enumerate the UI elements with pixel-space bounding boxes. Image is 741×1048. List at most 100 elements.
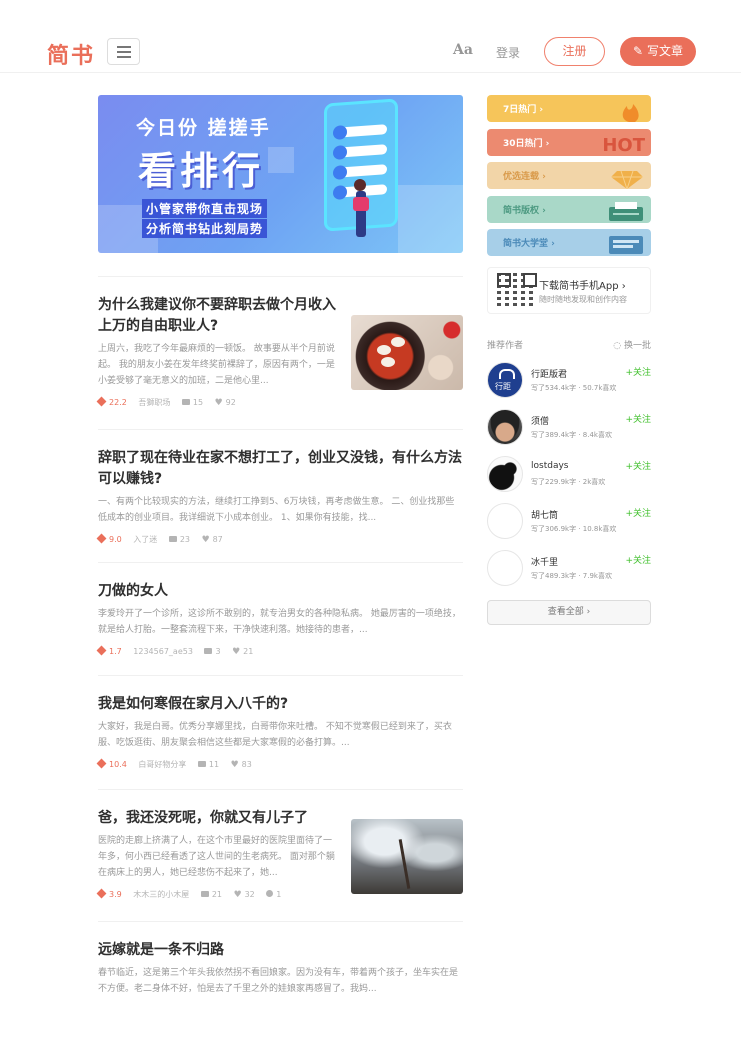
article-item-2[interactable]: 辞职了现在待业在家不想打工了，创业又没钱，有什么方法可以赚钱? 一、有两个比较现… [96, 429, 463, 562]
author-item: 行距版君 写了534.4k字 · 50.7k喜欢 +关注 [487, 362, 651, 398]
article-thumbnail[interactable] [351, 315, 463, 390]
article-item-3[interactable]: 刀做的女人 李爱玲开了一个诊所，这诊所不敢别的，就专治男女的各种隐私病。 她最厉… [96, 562, 463, 675]
qr-code-icon [497, 273, 533, 309]
board-copyright[interactable]: 简书版权 › [487, 196, 651, 223]
author-avatar[interactable] [487, 362, 523, 398]
article-author[interactable]: 吾獅职场 [138, 396, 170, 410]
article-author[interactable]: 入了迷 [133, 533, 157, 547]
article-meta: 10.4 白哥好物分享 11 ♥ 83 [96, 758, 463, 772]
board-30day-hot[interactable]: 30日热门 › HOT [487, 129, 651, 156]
jianshu-logo[interactable]: 简书 [47, 38, 95, 70]
download-app-card[interactable]: 下载简书手机App › 随时随地发现和创作内容 [487, 267, 651, 314]
write-article-button[interactable]: ✎ 写文章 [620, 37, 696, 66]
jsd-score: 1.7 [96, 645, 122, 659]
comment-icon [181, 399, 190, 405]
article-abstract: 上周六，我吃了今年最麻烦的一顿饭。 故事要从半个月前说起。 我的朋友小姜在发年终… [98, 344, 335, 386]
comment-value: 3 [215, 647, 221, 656]
comment-icon [168, 536, 177, 542]
article-item-1[interactable]: 为什么我建议你不要辞职去做个月收入上万的自由职业人? 上周六，我吃了今年最麻烦的… [96, 276, 463, 429]
article-meta: 1.7 1234567_ae53 3 ♥ 21 [96, 645, 463, 659]
article-abstract: 一、有两个比较现实的方法，继续打工挣到5、6万块钱，再考虑做生意。 二、创业找那… [98, 497, 455, 523]
pen-icon: ✎ [633, 44, 644, 58]
article-item-6[interactable]: 远嫁就是一条不归路 春节临近，这是第三个年头我依然拐不看回娘家。因为没有车，带着… [98, 921, 463, 1011]
comment-count[interactable]: 15 [181, 396, 203, 410]
author-name[interactable]: 行距版君 [531, 367, 567, 380]
login-link[interactable]: 登录 [496, 44, 520, 61]
comment-icon [197, 761, 206, 767]
article-title[interactable]: 爸，我还没死呢，你就又有儿子了 [98, 808, 338, 829]
comment-count[interactable]: 21 [200, 888, 222, 902]
author-avatar[interactable] [487, 456, 523, 492]
comment-count[interactable]: 3 [204, 645, 221, 659]
article-title[interactable]: 远嫁就是一条不归路 [98, 940, 463, 961]
author-avatar[interactable] [487, 409, 523, 445]
like-value: 83 [241, 760, 252, 769]
follow-button[interactable]: +关注 [625, 365, 651, 378]
article-author[interactable]: 木木三的小木屋 [133, 888, 189, 902]
author-stats: 写了534.4k字 · 50.7k喜欢 [531, 384, 617, 392]
article-item-5[interactable]: 爸，我还没死呢，你就又有儿子了 医院的走廊上挤满了人，在这个市里最好的医院里面待… [96, 789, 463, 921]
author-avatar[interactable] [487, 503, 523, 539]
like-count: ♥ 32 [234, 888, 255, 902]
article-title[interactable]: 我是如何寒假在家月入八千的? [98, 694, 463, 715]
font-size-toggle[interactable]: Aa [453, 42, 473, 58]
like-value: 21 [243, 647, 254, 656]
typewriter-icon [609, 202, 643, 221]
follow-button[interactable]: +关注 [625, 412, 651, 425]
follow-button[interactable]: +关注 [625, 506, 651, 519]
jsd-value: 3.9 [109, 890, 122, 899]
follow-button[interactable]: +关注 [625, 459, 651, 472]
board-serial[interactable]: 优选连载 › [487, 162, 651, 189]
article-author[interactable]: 1234567_ae53 [133, 645, 193, 659]
signup-button[interactable]: 注册 [544, 37, 605, 66]
article-title[interactable]: 刀做的女人 [98, 581, 463, 602]
author-name[interactable]: 冰千里 [531, 555, 558, 568]
like-count: ♥ 83 [231, 758, 252, 772]
banner-deco-cube [268, 147, 294, 173]
banner-line-4: 分析简书钻此刻局势 [142, 219, 268, 238]
like-value: 87 [212, 535, 223, 544]
board-7day-hot[interactable]: 7日热门 › [487, 95, 651, 122]
board-label: 7日热门 › [503, 105, 544, 115]
comment-count[interactable]: 11 [197, 758, 220, 772]
jsd-score: 3.9 [96, 888, 122, 902]
comment-count[interactable]: 23 [168, 533, 190, 547]
like-value: 92 [225, 398, 236, 407]
follow-button[interactable]: +关注 [625, 553, 651, 566]
article-thumbnail[interactable] [351, 819, 463, 894]
hot-stamp: HOT [602, 135, 645, 156]
author-name[interactable]: 须僧 [531, 414, 549, 427]
comment-icon [204, 648, 213, 654]
diamond-icon [611, 170, 643, 189]
board-label: 简书版权 › [503, 206, 546, 216]
article-title[interactable]: 辞职了现在待业在家不想打工了，创业又没钱，有什么方法可以赚钱? [98, 448, 463, 490]
banner-deco-cube [398, 185, 463, 253]
jsd-score: 9.0 [96, 533, 122, 547]
menu-toggle-button[interactable] [107, 38, 140, 65]
like-count: ♥ 21 [232, 645, 253, 659]
author-item: lostdays 写了229.9k字 · 2k喜欢 +关注 [487, 456, 651, 492]
ranking-banner[interactable]: 今日份 搓搓手 看排行 小管家带你直击现场 分析简书钻此刻局势 [98, 95, 463, 253]
view-all-authors-button[interactable]: 查看全部 › [487, 600, 651, 625]
heart-icon: ♥ [232, 647, 241, 657]
board-university[interactable]: 简书大学堂 › [487, 229, 651, 256]
diamond-icon [96, 533, 107, 544]
monitor-icon [609, 236, 643, 254]
author-avatar[interactable] [487, 550, 523, 586]
article-author[interactable]: 白哥好物分享 [138, 758, 186, 772]
author-name[interactable]: lostdays [531, 461, 568, 471]
like-count: ♥ 87 [202, 533, 223, 547]
article-item-4[interactable]: 我是如何寒假在家月入八千的? 大家好，我是白哥。优秀分享娜里找，白哥带你来吐槽。… [96, 675, 463, 789]
comment-value: 11 [208, 760, 220, 769]
article-title[interactable]: 为什么我建议你不要辞职去做个月收入上万的自由职业人? [98, 295, 338, 337]
download-app-subtitle: 随时随地发现和创作内容 [539, 295, 627, 304]
phone-row [335, 124, 387, 138]
author-item: 须僧 写了389.4k字 · 8.4k喜欢 +关注 [487, 409, 651, 445]
person-illustration [353, 179, 369, 237]
download-app-title: 下载简书手机App › [539, 281, 626, 292]
refresh-authors-button[interactable]: ◌ 换一批 [613, 338, 651, 351]
article-abstract: 李爱玲开了一个诊所，这诊所不敢别的，就专治男女的各种隐私病。 她最厉害的一项绝技… [98, 609, 461, 635]
author-name[interactable]: 胡七筒 [531, 508, 558, 521]
write-article-label: 写文章 [646, 44, 683, 58]
author-item: 冰千里 写了489.3k字 · 7.9k喜欢 +关注 [487, 550, 651, 586]
